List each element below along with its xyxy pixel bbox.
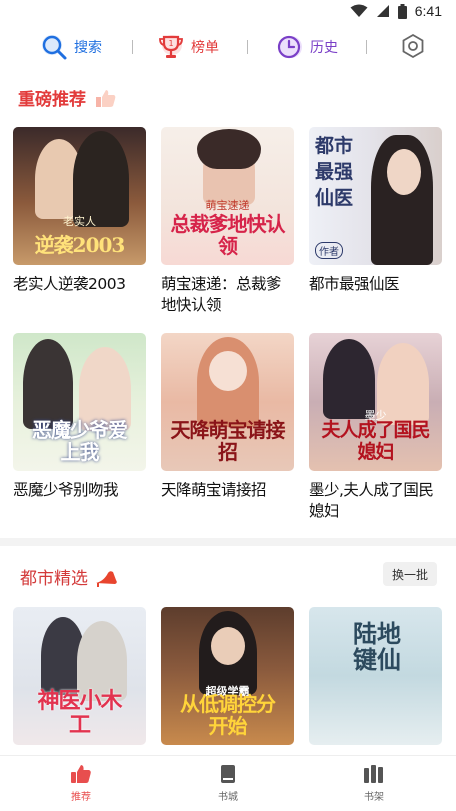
search-button[interactable]: 搜索 (40, 33, 102, 61)
tab-label: 书架 (364, 792, 384, 803)
book-card[interactable]: 恶魔少爷爱上我 恶魔少爷别吻我 (13, 333, 146, 501)
book-card[interactable]: 神医小木工 (13, 607, 146, 745)
cover-title: 从低调控分开始 (180, 692, 276, 738)
tab-recommend[interactable]: 推荐 (51, 764, 111, 803)
status-bar: 6:41 (0, 0, 456, 22)
section-title-text: 重磅推荐 (18, 90, 86, 110)
bookshelf-icon (364, 765, 383, 783)
cover-title: 陆地键仙 (353, 619, 401, 674)
swap-batch-button[interactable]: 换一批 (383, 562, 437, 586)
settings-icon[interactable] (400, 33, 426, 59)
high-heel-icon (96, 570, 117, 587)
book-cover[interactable]: 萌宝速递 总裁爹地快认领 (161, 127, 294, 265)
book-cover[interactable]: 都市最强仙医 作者 (309, 127, 442, 265)
cover-subtitle: 作者 (315, 242, 343, 259)
book-title[interactable]: 都市最强仙医 (309, 274, 442, 295)
cover-title: 神医小木工 (37, 688, 122, 738)
cover-title: 恶魔少爷爱上我 (32, 418, 128, 464)
book-icon (221, 765, 235, 783)
tab-bookstore[interactable]: 书城 (198, 764, 258, 803)
rank-label: 榜单 (191, 40, 219, 56)
section-divider (0, 538, 456, 546)
search-label: 搜索 (74, 40, 102, 56)
book-card[interactable]: 老实人 逆袭2003 老实人逆袭2003 (13, 127, 146, 295)
history-button[interactable]: 历史 (276, 33, 338, 61)
book-cover[interactable]: 墨少 夫人成了国民媳妇 (309, 333, 442, 471)
bottom-tab-bar: 推荐 书城 书架 (0, 755, 456, 811)
nav-divider (247, 40, 248, 54)
cover-title: 逆袭2003 (34, 233, 126, 257)
cover-title: 总裁爹地快认领 (170, 212, 286, 258)
history-label: 历史 (310, 40, 338, 56)
cover-subtitle: 老实人 (63, 215, 96, 228)
rank-button[interactable]: 1 榜单 (157, 33, 219, 61)
cover-title: 天降萌宝请接招 (170, 418, 286, 464)
book-card[interactable]: 萌宝速递 总裁爹地快认领 萌宝速递：总裁爹地快认领 (161, 127, 294, 316)
book-card[interactable]: 都市最强仙医 作者 都市最强仙医 (309, 127, 442, 295)
book-title[interactable]: 恶魔少爷别吻我 (13, 480, 146, 501)
nav-divider (366, 40, 367, 54)
tab-label: 推荐 (71, 792, 91, 803)
book-cover[interactable]: 超级学霸 从低调控分开始 (161, 607, 294, 745)
clock: 6:41 (414, 3, 442, 19)
book-title[interactable]: 天降萌宝请接招 (161, 480, 294, 501)
thumbs-up-icon (96, 89, 116, 107)
cover-subtitle: 萌宝速递 (205, 199, 250, 212)
book-cover[interactable]: 恶魔少爷爱上我 (13, 333, 146, 471)
tab-bookshelf[interactable]: 书架 (344, 764, 404, 803)
thumbs-up-icon (71, 765, 91, 783)
book-title[interactable]: 墨少,夫人成了国民媳妇 (309, 480, 442, 522)
book-cover[interactable]: 神医小木工 (13, 607, 146, 745)
cover-title: 夫人成了国民媳妇 (321, 419, 430, 463)
book-cover[interactable]: 老实人 逆袭2003 (13, 127, 146, 265)
book-cover[interactable]: 陆地键仙 (309, 607, 442, 745)
cover-title: 都市最强仙医 (315, 135, 354, 209)
signal-icon (376, 5, 389, 17)
battery-icon (397, 3, 407, 19)
trophy-icon: 1 (159, 35, 183, 58)
section-title-recommend: 重磅推荐 (16, 85, 146, 110)
clock-icon (277, 35, 302, 59)
book-title[interactable]: 老实人逆袭2003 (13, 274, 146, 295)
book-cover[interactable]: 天降萌宝请接招 (161, 333, 294, 471)
book-title[interactable]: 萌宝速递：总裁爹地快认领 (161, 274, 294, 316)
section-title-city: 都市精选 (18, 564, 158, 589)
book-card[interactable]: 天降萌宝请接招 天降萌宝请接招 (161, 333, 294, 501)
book-card[interactable]: 超级学霸 从低调控分开始 (161, 607, 294, 745)
section-title-text: 都市精选 (20, 569, 88, 589)
top-nav: 搜索 1 榜单 历史 (0, 28, 456, 66)
tab-label: 书城 (218, 792, 238, 803)
book-card[interactable]: 陆地键仙 (309, 607, 442, 745)
nav-divider (132, 40, 133, 54)
svg-text:1: 1 (168, 39, 173, 48)
book-card[interactable]: 墨少 夫人成了国民媳妇 墨少,夫人成了国民媳妇 (309, 333, 442, 522)
wifi-icon (350, 4, 368, 17)
search-icon (42, 35, 67, 60)
